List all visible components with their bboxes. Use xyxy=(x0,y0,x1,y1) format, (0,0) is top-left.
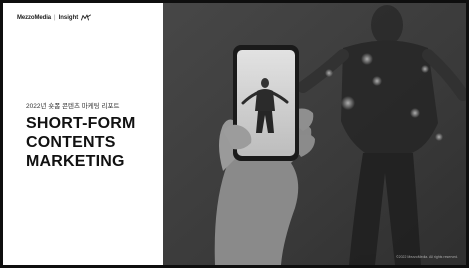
report-title-line-2: CONTENTS xyxy=(26,134,116,151)
mezzomedia-logo: MezzoMedia | Insight xyxy=(17,14,92,21)
logo-separator: | xyxy=(54,14,56,21)
logo-insight: Insight xyxy=(58,14,79,21)
copyright-text: ©2022 MezzoMedia. All rights reserved. xyxy=(396,255,458,259)
cover-photo: ©2022 MezzoMedia. All rights reserved. xyxy=(163,3,466,265)
report-subtitle: 2022년 숏폼 콘텐츠 마케팅 리포트 xyxy=(26,103,120,110)
logo-brand: MezzoMedia xyxy=(17,14,52,21)
report-title: SHORT-FORM CONTENTS MARKETING xyxy=(26,114,161,171)
cover-left-panel: MezzoMedia | Insight 2022년 숏폼 콘텐츠 마케팅 리포… xyxy=(3,3,163,265)
cover-photo-illustration xyxy=(163,3,466,265)
report-title-line-1: SHORT-FORM xyxy=(26,115,136,132)
report-cover-slide: MezzoMedia | Insight 2022년 숏폼 콘텐츠 마케팅 리포… xyxy=(3,3,466,265)
insight-m-mark-icon xyxy=(81,14,92,21)
report-title-line-3: MARKETING xyxy=(26,153,125,170)
